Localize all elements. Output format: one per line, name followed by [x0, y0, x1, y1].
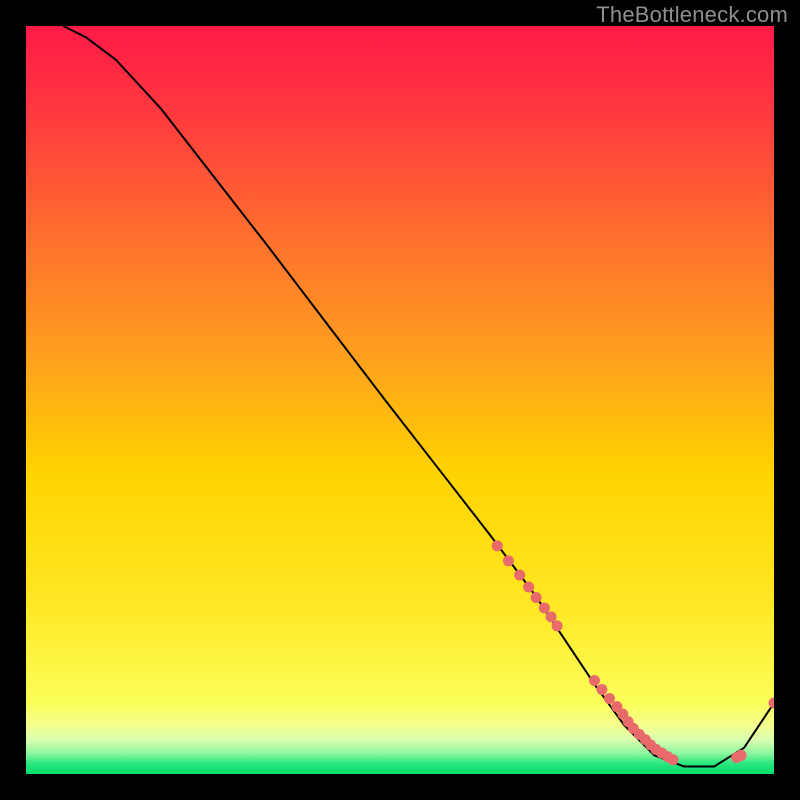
marker-point	[539, 602, 550, 613]
marker-point	[503, 555, 514, 566]
marker-point	[736, 750, 747, 761]
chart-frame: TheBottleneck.com	[0, 0, 800, 800]
marker-point	[492, 540, 503, 551]
marker-point	[531, 592, 542, 603]
chart-plot	[26, 26, 774, 774]
marker-point	[668, 754, 679, 765]
marker-point	[552, 620, 563, 631]
watermark-text: TheBottleneck.com	[596, 2, 788, 28]
marker-point	[596, 684, 607, 695]
marker-point	[546, 611, 557, 622]
marker-point	[604, 693, 615, 704]
marker-point	[514, 570, 525, 581]
marker-point	[523, 582, 534, 593]
gradient-bg	[26, 26, 774, 774]
marker-point	[589, 675, 600, 686]
